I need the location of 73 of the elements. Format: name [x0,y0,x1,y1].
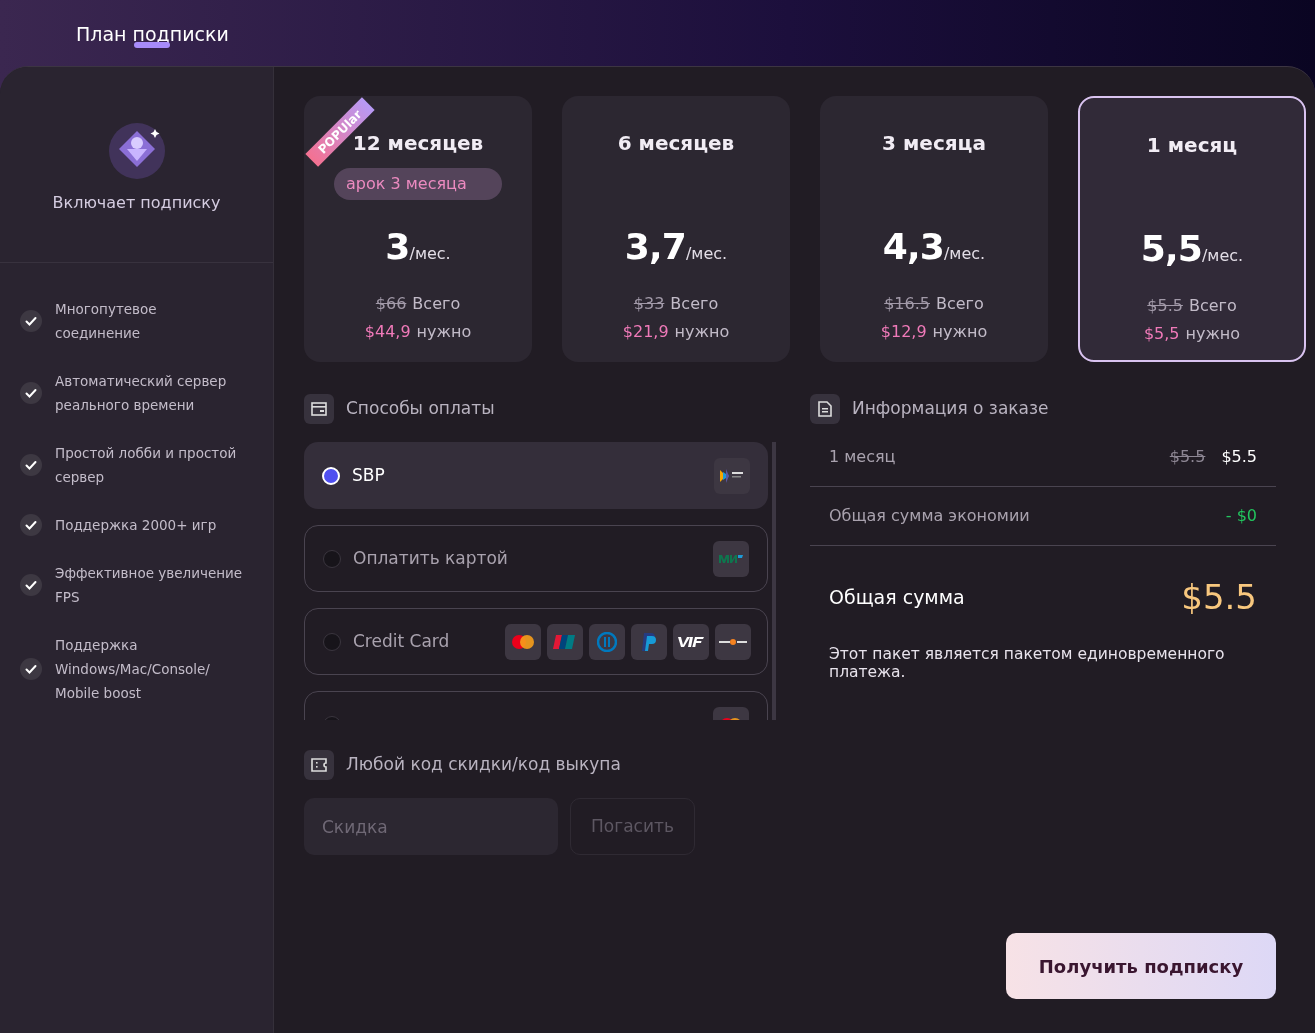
radio-icon [323,632,341,651]
plan-title: 1 месяц [1146,132,1238,159]
feature-text: Поддержка 2000+ игр [55,516,217,535]
section-title: Любой код скидки/код выкупа [346,753,621,777]
document-icon [810,394,840,424]
sidebar-title: Включает подписку [52,192,221,214]
total-value: $5.5 [1181,576,1257,619]
need-price: $44,9 [364,321,411,343]
old-total: $5.5 [1147,295,1183,317]
total-label: Общая сумма [829,585,965,611]
payment-logo-icon [714,457,750,494]
payment-label: Credit Card [353,629,451,653]
card-icon [304,394,334,424]
plan-badge: арок 3 месяца [334,168,502,200]
need-label: нужно [674,321,730,343]
feature-text: Автоматический сервер реального времени [55,372,228,415]
price-unit: /мес. [685,244,728,263]
total-label: Всего [670,293,719,315]
need-label: нужно [416,321,472,343]
feature-text: Эффективное увеличение FPS [55,564,244,607]
total-label: Всего [936,293,984,315]
discount-field[interactable]: Скидка [304,798,558,855]
payment-logo-icon [505,623,541,660]
old-total: $33 [633,293,665,315]
order-item: 1 месяц [829,446,896,468]
plan-price: 5,5 [1140,227,1202,271]
savings-label: Общая сумма экономии [829,505,1030,527]
plan-price: 3,7 [624,225,686,269]
payment-label: Оплатить картой [353,546,508,570]
payment-logo-icon [589,623,625,660]
price-unit: /мес. [943,244,986,263]
need-label: нужно [932,321,988,343]
plan-price: 4,3 [882,225,944,269]
old-total: $16.5 [884,293,930,315]
payment-option[interactable]: Credit Card [304,608,768,675]
payment-option[interactable]: SBP [304,442,768,509]
need-price: $21,9 [622,321,669,343]
feature-text: Многопутевое соединение [55,300,158,343]
feature-text: Поддержка Windows/Mac/Console/ Mobile boost [55,636,211,703]
savings-value: - $0 [1225,505,1257,527]
plan-price: 3 [385,225,410,269]
plan-title: 3 месяца [882,130,986,157]
tab-indicator [134,42,171,48]
plan-card[interactable]: 3 месяца 4,3/мес. $16.5 Всего $12,9 нужно [820,96,1048,362]
radio-icon [323,549,341,568]
ticket-icon [304,750,334,780]
order-note: Этот пакет является пакетом единовременного платежа. [828,645,1226,681]
tab[interactable]: План подписки [76,19,229,66]
total-label: Всего [412,293,461,315]
radio-icon [322,466,340,485]
plan-card[interactable]: 6 месяцев 3,7/мес. $33 Всего $21,9 нужно [562,96,790,362]
payment-label: SBP [352,463,386,487]
item-price: $5.5 [1221,446,1257,468]
total-label: Всего [1188,295,1237,317]
section-title: Информация о заказе [852,397,1049,421]
plan-title: 6 месяцев [617,130,735,157]
plan-card[interactable]: 1 месяц 5,5/мес. $5.5 Всего $5,5 нужно [1078,96,1306,362]
feature-text: Простой лобби и простой сервер [55,444,238,487]
old-total: $66 [375,293,407,315]
price-unit: /мес. [409,244,451,265]
section-title: Способы оплаты [346,397,495,421]
need-label: нужно [1185,323,1241,345]
payment-logo-icon [713,540,749,577]
payment-option[interactable]: Оплатить картой [304,525,768,592]
price-unit: /мес. [1201,246,1244,265]
need-price: $5,5 [1143,323,1180,345]
payment-logo-icon [547,623,583,660]
subscribe-button[interactable]: Получить подписку [1006,933,1276,999]
payment-logo-icon [673,623,709,660]
old-price: $5.5 [1169,446,1206,468]
payment-logo-icon [631,623,667,660]
need-price: $12,9 [880,321,927,343]
payment-logo-icon [715,623,751,660]
